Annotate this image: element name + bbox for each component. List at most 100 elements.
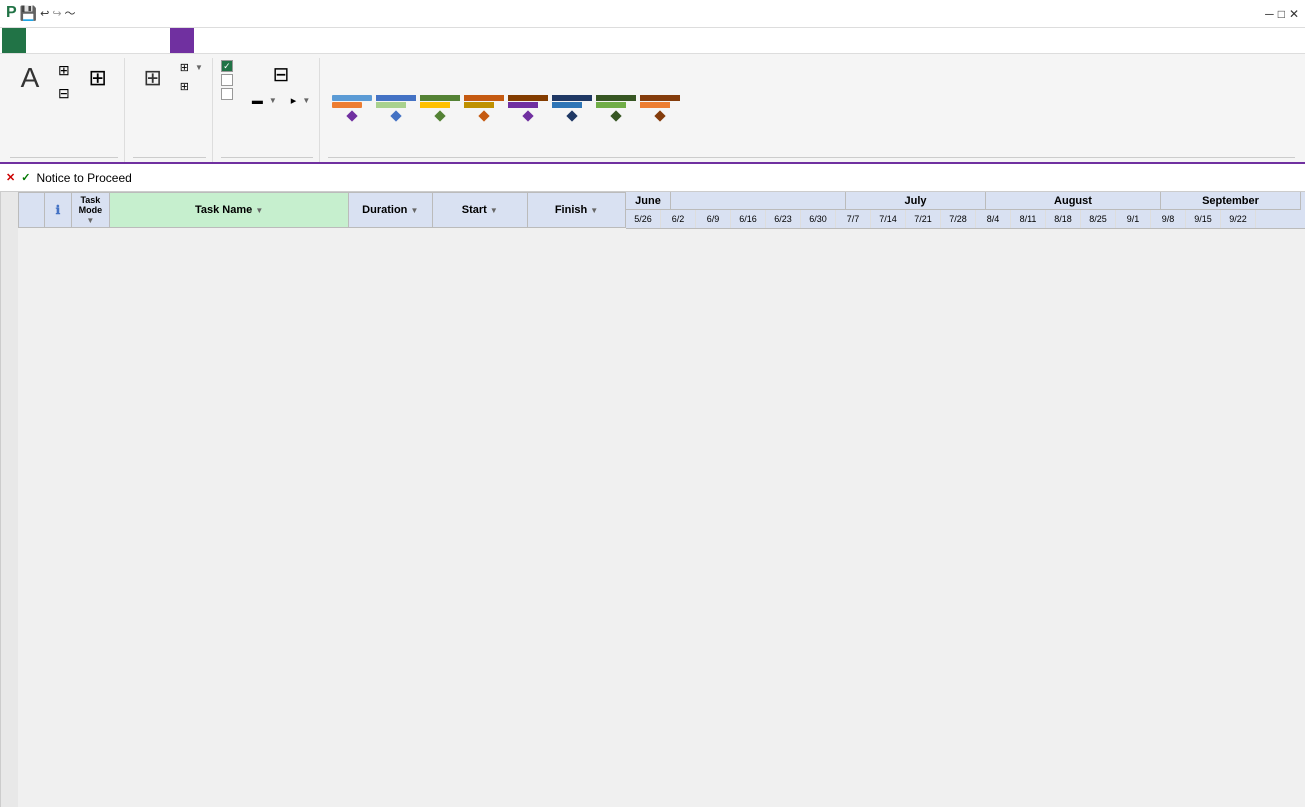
formula-cancel[interactable]: ✕ xyxy=(6,171,15,184)
gantt-style-4[interactable] xyxy=(464,95,504,122)
formula-input[interactable] xyxy=(36,171,1299,185)
task-path-icon: ⊟ xyxy=(273,62,290,87)
close-btn[interactable]: ✕ xyxy=(1289,7,1299,21)
header-task-mode[interactable]: Task Mode ▼ xyxy=(71,193,110,228)
baseline-button[interactable]: ▬ ▼ xyxy=(249,93,280,108)
chart-pane: June July August September 5/26 6/2 6/9 … xyxy=(626,192,1305,807)
week-714: 7/14 xyxy=(871,210,906,228)
window-controls[interactable]: ─ □ ✕ xyxy=(1265,7,1299,21)
custom-fields-button[interactable]: ⊞ xyxy=(177,79,206,94)
header-finish[interactable]: Finish ▼ xyxy=(528,193,626,228)
task-path-button[interactable]: ⊟ xyxy=(249,60,313,89)
slippage-icon: ▸ xyxy=(291,94,297,107)
text-styles-button[interactable]: A xyxy=(10,60,50,96)
week-630: 6/30 xyxy=(801,210,836,228)
week-623: 6/23 xyxy=(766,210,801,228)
august-label: August xyxy=(986,192,1161,210)
slack-checkbox[interactable] xyxy=(221,74,237,86)
tab-resource[interactable] xyxy=(50,28,74,53)
gantt-style-7[interactable] xyxy=(596,95,636,122)
task-pane: ℹ Task Mode ▼ Task Name ▼ Duration ▼ Sta… xyxy=(18,192,626,807)
gantt-style-5[interactable] xyxy=(508,95,548,122)
maximize-btn[interactable]: □ xyxy=(1278,7,1285,21)
header-task-name[interactable]: Task Name ▼ xyxy=(110,193,349,228)
week-825: 8/25 xyxy=(1081,210,1116,228)
slack-check xyxy=(221,74,233,86)
task-table: ℹ Task Mode ▼ Task Name ▼ Duration ▼ Sta… xyxy=(18,192,626,228)
slippage-button[interactable]: ▸ ▼ xyxy=(288,93,313,108)
undo-icon[interactable]: ↩ xyxy=(40,7,49,20)
month-row: June July August September xyxy=(626,192,1305,210)
tab-developer[interactable] xyxy=(146,28,170,53)
columns-buttons: ⊞ ⊞ ▼ ⊞ xyxy=(133,60,206,157)
layout-button[interactable]: ⊟ xyxy=(54,83,74,104)
gantt-style-group-label xyxy=(328,157,1295,160)
gantt-style-samples xyxy=(328,60,1295,157)
header-info: ℹ xyxy=(45,193,71,228)
custom-fields-icon: ⊞ xyxy=(180,80,189,93)
week-818: 8/18 xyxy=(1046,210,1081,228)
header-start[interactable]: Start ▼ xyxy=(432,193,527,228)
main-content: ℹ Task Mode ▼ Task Name ▼ Duration ▼ Sta… xyxy=(0,192,1305,807)
tab-file[interactable] xyxy=(2,28,26,53)
gantt-container: ℹ Task Mode ▼ Task Name ▼ Duration ▼ Sta… xyxy=(18,192,1305,807)
save-icon[interactable]: 💾 xyxy=(20,5,37,22)
chart-header: June July August September 5/26 6/2 6/9 … xyxy=(626,192,1305,229)
week-row: 5/26 6/2 6/9 6/16 6/23 6/30 7/7 7/14 7/2… xyxy=(626,210,1305,228)
week-721: 7/21 xyxy=(906,210,941,228)
format-columns-button[interactable]: ⊞ xyxy=(133,60,173,96)
app-icon: P xyxy=(6,4,17,22)
info-icon: ℹ xyxy=(56,203,61,217)
layout-icon: ⊟ xyxy=(58,85,70,102)
formula-confirm[interactable]: ✓ xyxy=(21,171,30,184)
columns-group-label xyxy=(133,157,206,160)
critical-tasks-check: ✓ xyxy=(221,60,233,72)
week-811: 8/11 xyxy=(1011,210,1046,228)
tab-project[interactable] xyxy=(98,28,122,53)
tab-format[interactable] xyxy=(170,28,194,53)
format-col-icon: ⊞ xyxy=(137,62,169,94)
june-weeks-span xyxy=(671,192,846,210)
tab-view[interactable] xyxy=(122,28,146,53)
column-settings-button[interactable]: ⊞ ▼ xyxy=(177,60,206,75)
column-settings-icon: ⊞ xyxy=(180,61,189,74)
ribbon-group-bar-styles: ✓ ⊟ ▬ xyxy=(215,58,320,162)
gantt-style-3[interactable] xyxy=(420,95,460,122)
week-84: 8/4 xyxy=(976,210,1011,228)
gridlines-button[interactable]: ⊞ xyxy=(54,60,74,81)
ribbon: A ⊞ ⊟ ⊞ ⊞ xyxy=(0,54,1305,164)
quick-access-toolbar: P 💾 ↩ ↪ 〜 xyxy=(0,0,82,26)
activity-icon[interactable]: 〜 xyxy=(65,5,76,21)
dropdown-arrow: ▼ xyxy=(195,63,203,72)
formula-bar: ✕ ✓ xyxy=(0,164,1305,192)
late-tasks-check xyxy=(221,88,233,100)
gridlines-icon: ⊞ xyxy=(58,62,70,79)
week-77: 7/7 xyxy=(836,210,871,228)
redo-icon[interactable]: ↪ xyxy=(52,7,61,20)
gantt-style-8[interactable] xyxy=(640,95,680,122)
insert-column-button[interactable]: ⊞ xyxy=(78,60,118,96)
week-616: 6/16 xyxy=(731,210,766,228)
september-label: September xyxy=(1161,192,1301,210)
gantt-style-1[interactable] xyxy=(332,95,372,122)
week-69: 6/9 xyxy=(696,210,731,228)
ribbon-group-format: A ⊞ ⊟ ⊞ xyxy=(4,58,125,162)
ribbon-group-columns: ⊞ ⊞ ▼ ⊞ xyxy=(127,58,213,162)
critical-tasks-checkbox[interactable]: ✓ xyxy=(221,60,237,72)
week-62: 6/2 xyxy=(661,210,696,228)
gantt-style-6[interactable] xyxy=(552,95,592,122)
text-styles-icon: A xyxy=(14,62,46,94)
format-group-label xyxy=(10,157,118,160)
week-728: 7/28 xyxy=(941,210,976,228)
tab-report[interactable] xyxy=(74,28,98,53)
side-label xyxy=(0,192,18,807)
late-tasks-checkbox[interactable] xyxy=(221,88,237,100)
title-bar: P 💾 ↩ ↪ 〜 ─ □ ✕ xyxy=(0,0,1305,28)
insert-column-icon: ⊞ xyxy=(82,62,114,94)
tab-task[interactable] xyxy=(26,28,50,53)
bar-styles-group-label xyxy=(221,157,313,160)
header-duration[interactable]: Duration ▼ xyxy=(349,193,433,228)
minimize-btn[interactable]: ─ xyxy=(1265,7,1274,21)
gantt-style-2[interactable] xyxy=(376,95,416,122)
june-label: June xyxy=(626,192,671,210)
